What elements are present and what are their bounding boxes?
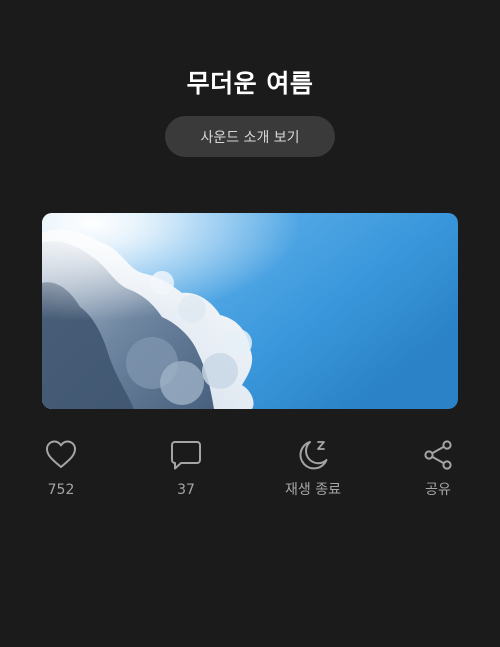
comment-icon: [171, 441, 201, 470]
share-button[interactable]: 공유: [383, 438, 493, 502]
comment-button[interactable]: 37: [131, 438, 241, 502]
hero-image: [42, 213, 458, 409]
comment-count: 37: [177, 482, 195, 498]
page-title: 무더운 여름: [186, 69, 314, 98]
moon-zz-icon: [299, 441, 328, 470]
action-bar: 752 37 재생 종료 공유: [0, 438, 500, 502]
sound-detail-screen: 무더운 여름 사운드 소개 보기 752 37 재생 종료 공유: [0, 0, 500, 647]
share-label: 공유: [425, 482, 451, 498]
share-icon: [424, 440, 452, 470]
like-count: 752: [47, 482, 75, 498]
like-button[interactable]: 752: [6, 438, 116, 502]
sky-clouds-illustration: [42, 213, 458, 409]
sleep-timer-button[interactable]: 재생 종료: [258, 438, 368, 502]
sleep-timer-label: 재생 종료: [285, 482, 341, 498]
sound-intro-button[interactable]: 사운드 소개 보기: [165, 116, 335, 157]
heart-icon: [46, 440, 76, 468]
